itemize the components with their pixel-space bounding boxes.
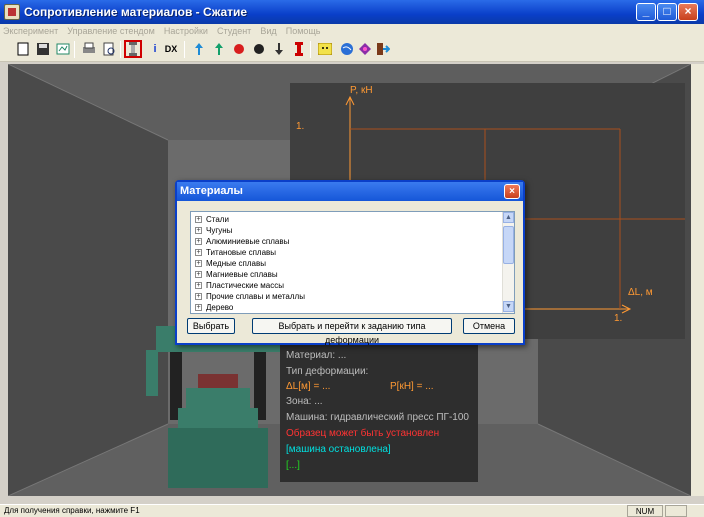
close-button[interactable]: ×	[678, 3, 698, 21]
graph-x-axis-label: ΔL, м	[628, 287, 653, 298]
status-bar: Для получения справки, нажмите F1 NUM	[0, 504, 704, 517]
expand-icon[interactable]: +	[195, 260, 202, 267]
info-deformation-type: Тип деформации:	[286, 366, 369, 377]
menu-settings[interactable]: Настройки	[161, 24, 211, 38]
menu-help[interactable]: Помощь	[283, 24, 324, 38]
menu-stand-control[interactable]: Управление стендом	[64, 24, 157, 38]
right-edge-strip	[691, 64, 704, 496]
smiley-icon[interactable]	[316, 40, 334, 58]
black-dot-icon[interactable]	[250, 40, 268, 58]
tree-scrollbar[interactable]: ▲ ▼	[502, 212, 514, 313]
arrow-up-alt-icon[interactable]	[210, 40, 228, 58]
red-dot-icon[interactable]	[230, 40, 248, 58]
maximize-button[interactable]: □	[657, 3, 677, 21]
info-warning: Образец может быть установлен	[286, 428, 440, 439]
status-pane	[665, 505, 687, 517]
toolbar-separator	[120, 41, 121, 58]
tree-item[interactable]: + Дерево	[195, 302, 233, 313]
scroll-thumb[interactable]	[503, 226, 514, 264]
tree-item[interactable]: + Пластические массы	[195, 280, 284, 291]
toolbar-separator	[184, 41, 185, 58]
tree-item[interactable]: + Прочие сплавы и металлы	[195, 291, 305, 302]
toolbar-separator	[74, 41, 75, 58]
info-machine: Машина: гидравлический пресс ПГ-100	[286, 412, 469, 423]
toolbar-separator	[310, 41, 311, 58]
menu-experiment[interactable]: Эксперимент	[0, 24, 61, 38]
num-lock-indicator: NUM	[627, 505, 663, 517]
expand-icon[interactable]: +	[195, 216, 202, 223]
expand-icon[interactable]: +	[195, 249, 202, 256]
dialog-close-button[interactable]: ×	[504, 184, 520, 199]
info-delta-l: ΔL[м] = ...	[286, 381, 331, 392]
graph-y-axis-label: P, кН	[350, 85, 373, 96]
select-button[interactable]: Выбрать	[187, 318, 235, 334]
tree-item[interactable]: + Медные сплавы	[195, 258, 266, 269]
status-message: Для получения справки, нажмите F1	[4, 506, 140, 515]
book-icon[interactable]	[356, 40, 374, 58]
materials-tree[interactable]: + Стали + Чугуны + Алюминиевые сплавы + Тита…	[190, 211, 515, 314]
cancel-button[interactable]: Отмена	[463, 318, 515, 334]
window-title: Сопротивление материалов - Сжатие	[24, 5, 248, 19]
expand-icon[interactable]: +	[195, 304, 202, 311]
menu-student[interactable]: Студент	[214, 24, 254, 38]
expand-icon[interactable]: +	[195, 238, 202, 245]
tree-item[interactable]: + Магниевые сплавы	[195, 269, 278, 280]
tree-item[interactable]: + Титановые сплавы	[195, 247, 276, 258]
info-material: Материал: ...	[286, 350, 347, 361]
menu-view[interactable]: Вид	[257, 24, 279, 38]
arrow-up-icon[interactable]	[190, 40, 208, 58]
red-specimen-icon[interactable]	[290, 40, 308, 58]
app-icon	[4, 4, 20, 20]
dialog-title: Материалы	[177, 182, 523, 201]
print-icon[interactable]	[80, 40, 98, 58]
scroll-up-icon[interactable]: ▲	[503, 212, 514, 223]
info-bracket: [...]	[286, 460, 300, 471]
save-icon[interactable]	[34, 40, 52, 58]
export-icon[interactable]	[54, 40, 72, 58]
tree-item[interactable]: + Чугуны	[195, 225, 232, 236]
select-and-go-button[interactable]: Выбрать и перейти к заданию типа деформа…	[252, 318, 452, 345]
expand-icon[interactable]: +	[195, 271, 202, 278]
toolbar: i DX	[0, 38, 704, 62]
globe-icon[interactable]	[338, 40, 356, 58]
print-preview-icon[interactable]	[100, 40, 118, 58]
tree-item[interactable]: + Алюминиевые сплавы	[195, 236, 289, 247]
info-status: [машина остановлена]	[286, 444, 391, 455]
new-icon[interactable]	[14, 40, 32, 58]
info-zone: Зона: ...	[286, 396, 323, 407]
materials-dialog: Материалы × + Стали + Чугуны + Алюминиевые …	[175, 180, 525, 345]
expand-icon[interactable]: +	[195, 227, 202, 234]
minimize-button[interactable]: _	[636, 3, 656, 21]
expand-icon[interactable]: +	[195, 282, 202, 289]
tree-item[interactable]: + Стали	[195, 214, 229, 225]
info-force: P[кН] = ...	[390, 381, 434, 392]
scroll-down-icon[interactable]: ▼	[503, 301, 514, 312]
menu-bar: Эксперимент Управление стендом Настройки…	[0, 24, 704, 38]
graph-x-tick: 1.	[614, 313, 623, 324]
graph-y-tick: 1.	[296, 121, 305, 132]
dx-icon[interactable]: DX	[162, 40, 180, 58]
specimen-icon[interactable]	[124, 40, 142, 58]
arrow-down-icon[interactable]	[270, 40, 288, 58]
exit-icon[interactable]	[374, 40, 392, 58]
title-bar: Сопротивление материалов - Сжатие _ □ ×	[0, 0, 704, 24]
expand-icon[interactable]: +	[195, 293, 202, 300]
info-panel: Материал: ... Тип деформации: ΔL[м] = ..…	[280, 324, 478, 482]
